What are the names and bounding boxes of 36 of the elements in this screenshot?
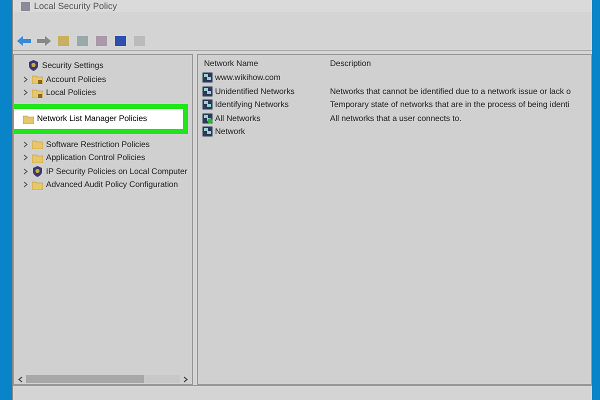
network-description: All networks that a user connects to. [330,114,462,123]
highlighted-tree-item[interactable]: Network List Manager Policies [14,104,188,134]
column-header[interactable]: Network Name [204,59,330,68]
network-name[interactable]: Network [215,127,246,136]
network-name[interactable]: Identifying Networks [215,100,289,110]
network-computers-icon [202,72,213,84]
tree-item[interactable]: Application Control Policies [46,153,146,162]
network-description: Temporary state of networks that are in the process of being identi [330,100,570,110]
network-description: Networks that cannot be identified due to a network issue or lack o [330,86,571,96]
folder-icon [32,152,43,163]
locked-folder-icon [32,74,43,84]
shield-icon [28,60,39,72]
tree-item[interactable]: Security Settings [42,61,104,70]
shield-icon [32,166,43,177]
tree-item[interactable]: IP Security Policies on Local Computer [46,166,188,176]
network-name[interactable]: Unidentified Networks [215,86,295,96]
column-header[interactable]: Description [330,59,580,68]
scroll-left-icon[interactable] [17,376,24,382]
network-name[interactable]: All Networks [215,114,260,123]
network-check-icon [202,112,213,124]
tree-item[interactable]: Account Policies [46,74,106,84]
network-computers-icon [202,126,213,138]
folder-icon [32,139,43,150]
tree-item[interactable]: Local Policies [46,88,96,98]
folder-icon [32,180,43,190]
scroll-right-icon[interactable] [182,376,189,382]
locked-folder-icon [32,88,43,98]
window-title: Local Security Policy [34,1,118,11]
tree-item[interactable]: Software Restriction Policies [46,140,150,149]
tree-item[interactable]: Advanced Audit Policy Configuration [46,180,178,190]
folder-icon [23,114,34,124]
network-name[interactable]: www.wikihow.com [215,73,281,82]
network-computers-icon [202,99,213,110]
scrollbar-thumb[interactable] [26,375,144,383]
network-computers-icon [202,86,213,97]
app-icon [21,2,30,10]
